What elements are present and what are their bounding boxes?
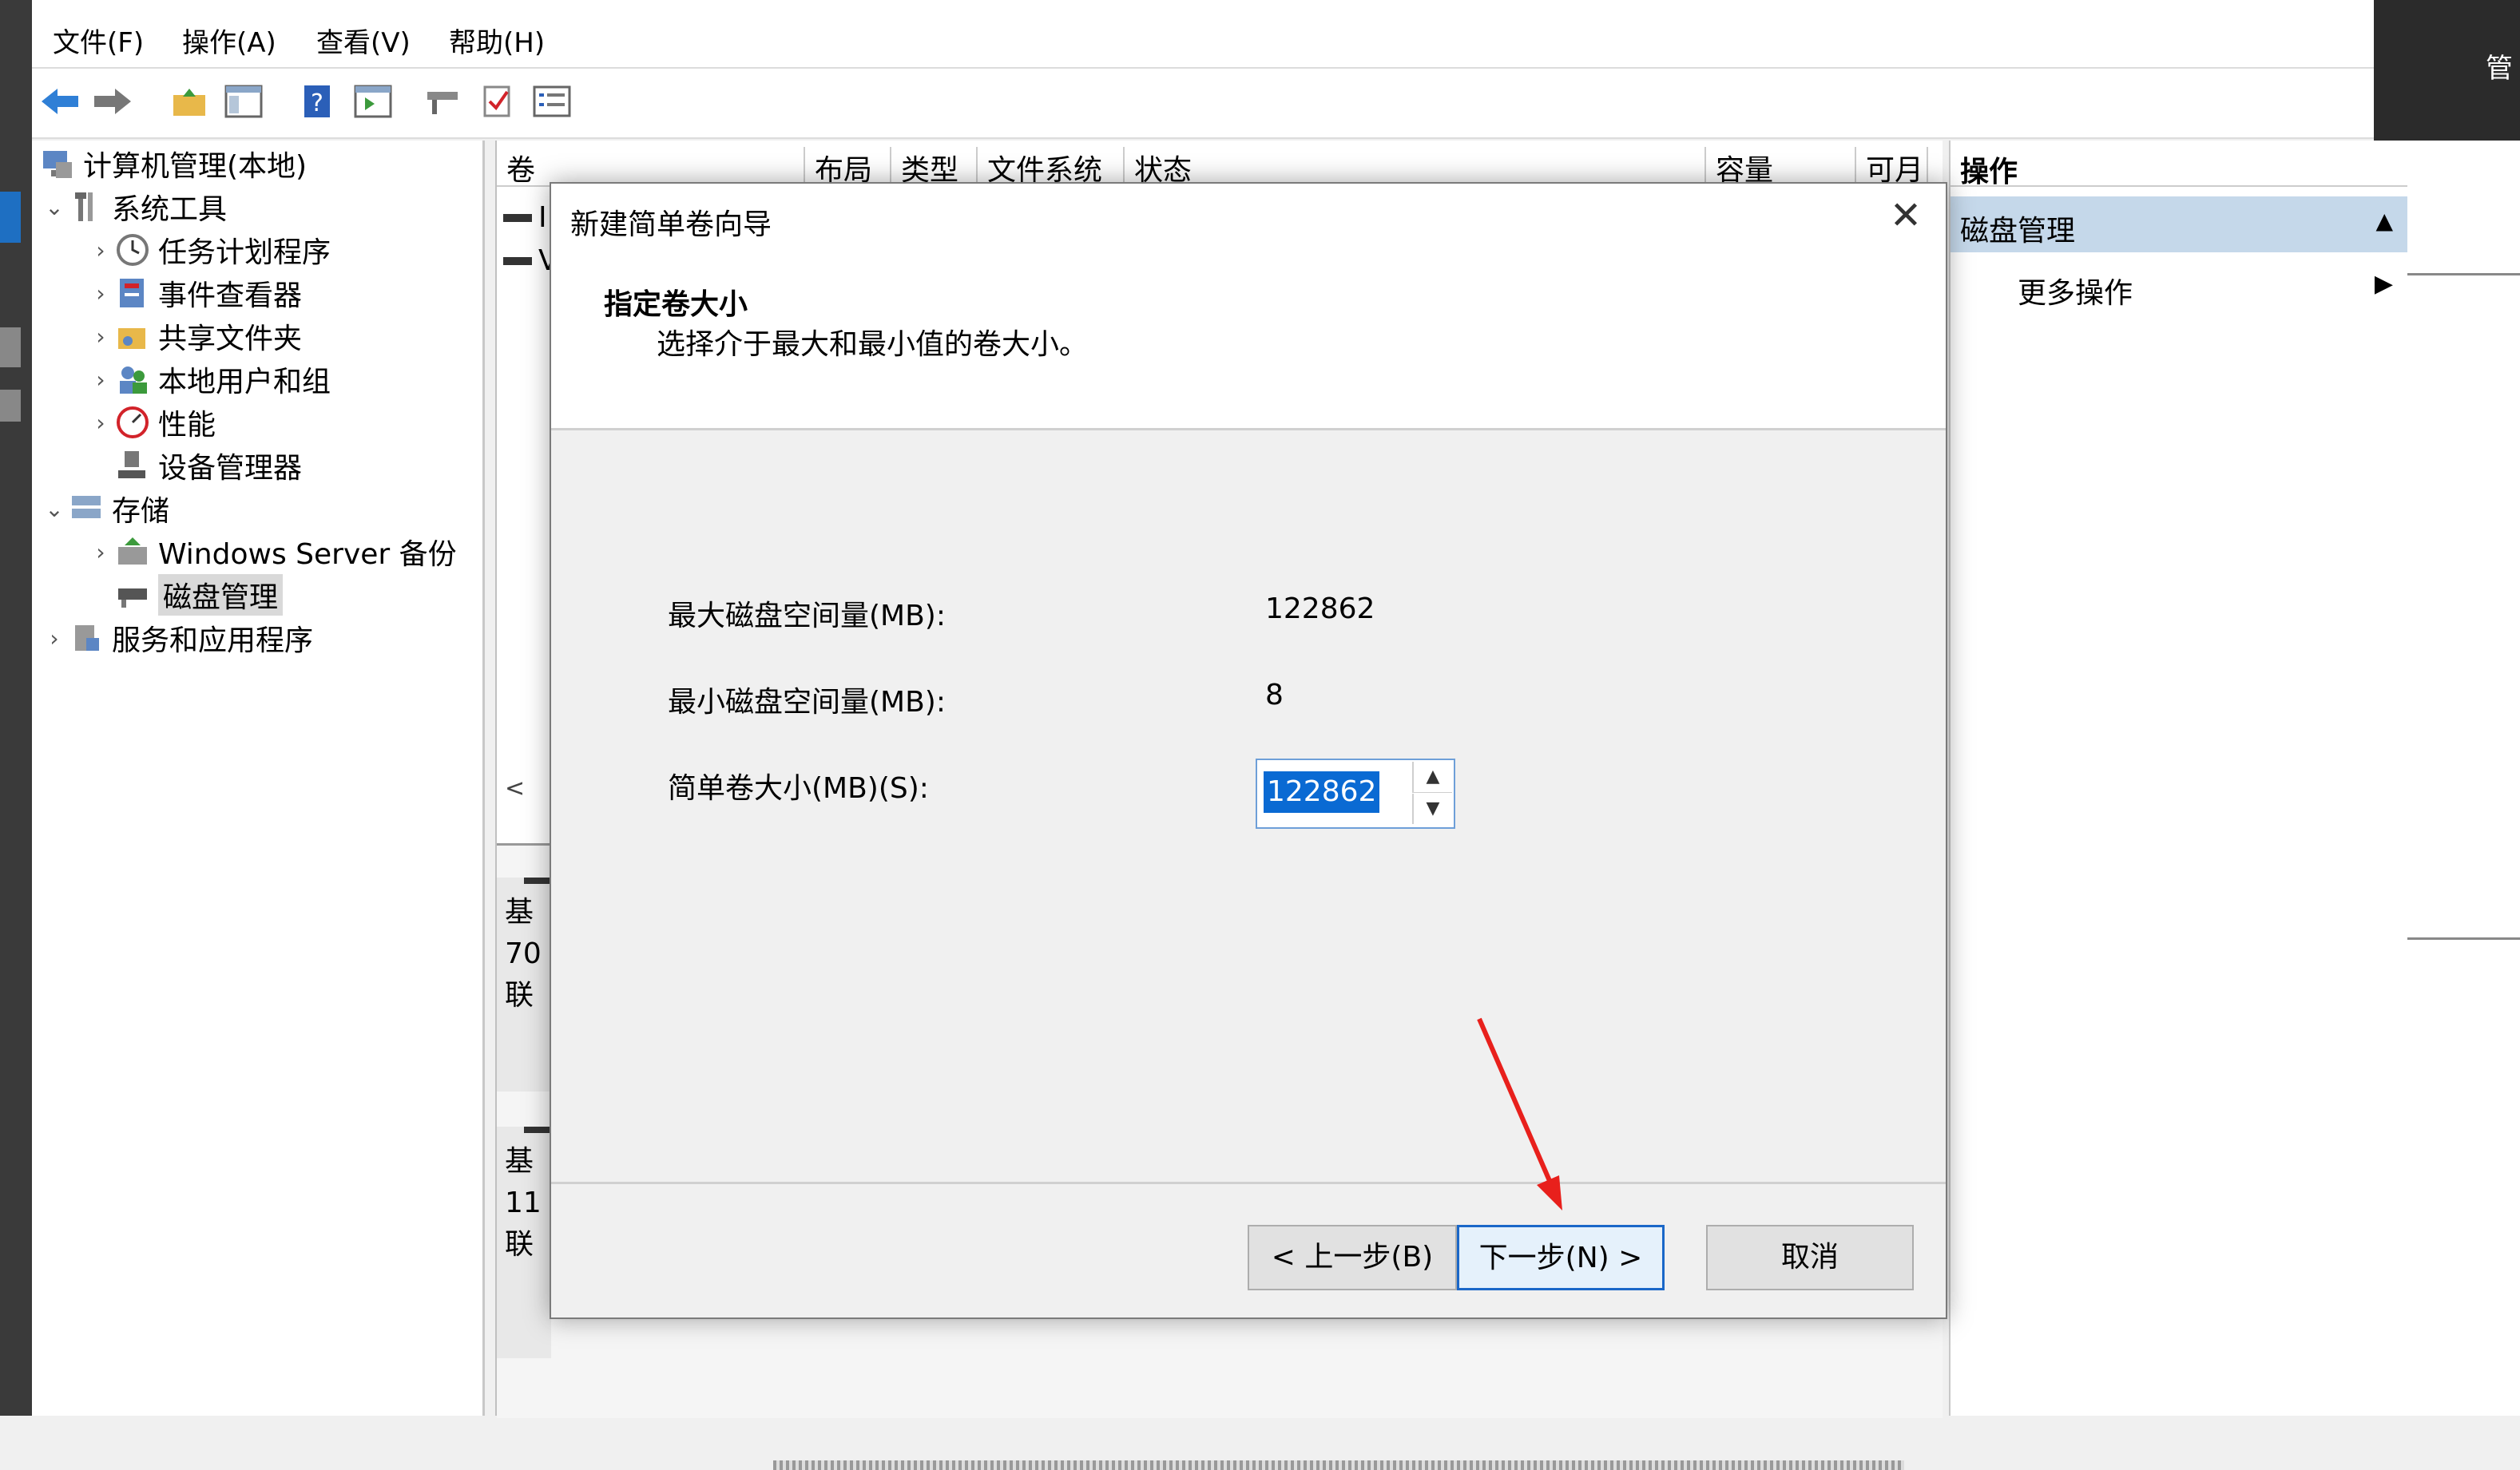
wizard-step-heading: 指定卷大小 xyxy=(604,288,748,321)
chevron-right-icon[interactable]: › xyxy=(86,280,115,307)
tools-icon xyxy=(69,189,104,224)
chevron-right-icon[interactable]: › xyxy=(86,539,115,565)
toolbar: ? xyxy=(32,69,2374,139)
volume-size-stepper[interactable]: 122862 ▲ ▼ xyxy=(1256,759,1455,829)
volume-size-input[interactable]: 122862 xyxy=(1264,771,1380,813)
svg-text:?: ? xyxy=(311,89,323,117)
column-free[interactable]: 可月 xyxy=(1856,147,1928,187)
column-filesystem[interactable]: 文件系统 xyxy=(978,147,1125,187)
back-button[interactable]: < 上一步(B) xyxy=(1248,1225,1457,1290)
chevron-down-icon[interactable]: ⌄ xyxy=(40,194,69,220)
wizard-step-description: 选择介于最大和最小值的卷大小。 xyxy=(657,328,1089,361)
clock-icon xyxy=(115,232,150,267)
action-pane-icon[interactable] xyxy=(351,80,395,123)
help-icon[interactable]: ? xyxy=(296,80,339,123)
list-header: 卷 布局 类型 文件系统 状态 容量 可月 xyxy=(497,141,1943,187)
close-icon[interactable]: ✕ xyxy=(1887,196,1925,235)
column-layout[interactable]: 布局 xyxy=(805,147,891,187)
disk-tile[interactable]: 基 11 联 xyxy=(497,1127,551,1358)
chevron-right-icon[interactable]: › xyxy=(86,323,115,350)
column-volume[interactable]: 卷 xyxy=(497,147,805,187)
cancel-button[interactable]: 取消 xyxy=(1706,1225,1914,1290)
tree-item-performance[interactable]: › 性能 xyxy=(86,402,216,442)
menu-action[interactable]: 操作(A) xyxy=(182,21,276,60)
wizard-header: 新建简单卷向导 ✕ 指定卷大小 选择介于最大和最小值的卷大小。 xyxy=(551,184,1946,430)
actions-header: 操作 xyxy=(1951,141,2407,188)
actions-more[interactable]: 更多操作 ▶ xyxy=(1951,262,2407,310)
chevron-down-icon[interactable]: ⌄ xyxy=(40,496,69,522)
chevron-right-icon[interactable]: › xyxy=(86,237,115,263)
min-size-value: 8 xyxy=(1265,679,1284,711)
tree-item-services-applications[interactable]: › 服务和应用程序 xyxy=(40,618,313,658)
chevron-right-icon: ▶ xyxy=(2374,270,2393,298)
actions-pane: 操作 磁盘管理 ▲ 更多操作 ▶ xyxy=(1949,141,2407,1416)
backup-icon xyxy=(115,534,150,569)
column-type[interactable]: 类型 xyxy=(891,147,978,187)
performance-icon xyxy=(115,405,150,440)
chevron-right-icon[interactable]: › xyxy=(86,367,115,393)
tree-item-windows-server-backup[interactable]: › Windows Server 备份 xyxy=(86,532,457,572)
shared-folder-icon xyxy=(115,319,150,354)
tree-item-task-scheduler[interactable]: › 任务计划程序 xyxy=(86,230,331,270)
tree-item-disk-management[interactable]: 磁盘管理 xyxy=(115,574,284,616)
volume-icon xyxy=(503,213,532,222)
desktop-left-edge xyxy=(0,0,32,1416)
volume-size-label: 简单卷大小(MB)(S): xyxy=(668,772,929,805)
check-icon[interactable] xyxy=(476,80,519,123)
forward-icon[interactable] xyxy=(91,80,134,123)
disk-tile[interactable]: 基 70 联 xyxy=(497,878,551,1092)
horizontal-scrollbar[interactable] xyxy=(773,1460,1904,1470)
tree-item-shared-folders[interactable]: › 共享文件夹 xyxy=(86,316,302,356)
column-status[interactable]: 状态 xyxy=(1125,147,1706,187)
connect-icon[interactable] xyxy=(422,80,465,123)
storage-icon xyxy=(69,491,104,526)
scroll-left-button[interactable]: < xyxy=(505,775,525,802)
tree-item-device-manager[interactable]: 设备管理器 xyxy=(115,446,302,485)
max-size-label: 最大磁盘空间量(MB): xyxy=(668,600,946,632)
chevron-right-icon[interactable]: › xyxy=(86,410,115,436)
taskbar-app-chip xyxy=(0,390,21,422)
table-row[interactable]: I xyxy=(503,201,547,234)
spin-down-icon[interactable]: ▼ xyxy=(1412,794,1452,824)
back-icon[interactable] xyxy=(38,80,81,123)
divider xyxy=(551,1182,1946,1184)
collapse-up-icon[interactable]: ▲ xyxy=(2375,208,2393,234)
max-size-value: 122862 xyxy=(1265,592,1375,625)
event-log-icon xyxy=(115,275,150,311)
disk-icon xyxy=(115,577,150,612)
column-capacity[interactable]: 容量 xyxy=(1706,147,1856,187)
volume-icon xyxy=(503,256,532,265)
tree-item-local-users[interactable]: › 本地用户和组 xyxy=(86,359,331,399)
menu-help[interactable]: 帮助(H) xyxy=(449,21,545,60)
tree-item-storage[interactable]: ⌄ 存储 xyxy=(40,489,169,529)
computer-icon xyxy=(40,146,75,181)
taskbar-app-chip xyxy=(0,192,21,243)
disk-icon xyxy=(524,1127,551,1133)
new-simple-volume-wizard: 新建简单卷向导 ✕ 指定卷大小 选择介于最大和最小值的卷大小。 最大磁盘空间量(… xyxy=(550,182,1947,1319)
up-folder-icon[interactable] xyxy=(168,80,211,123)
dialog-title: 新建简单卷向导 xyxy=(570,208,772,241)
show-hide-tree-icon[interactable] xyxy=(222,80,265,123)
spin-up-icon[interactable]: ▲ xyxy=(1412,762,1452,793)
menu-view[interactable]: 查看(V) xyxy=(316,21,411,60)
background-window-titlebar: 管 xyxy=(2374,0,2520,141)
actions-disk-management[interactable]: 磁盘管理 ▲ xyxy=(1951,196,2407,252)
tree-item-computer-management[interactable]: 计算机管理(本地) xyxy=(40,144,307,184)
services-icon xyxy=(69,620,104,656)
taskbar-app-chip xyxy=(0,327,21,367)
chevron-right-icon[interactable]: › xyxy=(40,625,69,652)
disk-icon xyxy=(524,878,551,884)
menu-file[interactable]: 文件(F) xyxy=(53,21,144,60)
properties-icon[interactable] xyxy=(530,80,573,123)
navigation-tree: 计算机管理(本地) ⌄ 系统工具 › 任务计划程序 › 事件查看器 › 共享文件… xyxy=(32,141,485,1416)
background-window-title: 管 xyxy=(2486,53,2513,85)
min-size-label: 最小磁盘空间量(MB): xyxy=(668,686,946,719)
next-button[interactable]: 下一步(N) > xyxy=(1457,1225,1665,1290)
users-icon xyxy=(115,362,150,397)
device-manager-icon xyxy=(115,448,150,483)
menu-bar: 文件(F) 操作(A) 查看(V) 帮助(H) xyxy=(32,0,2374,69)
tree-item-system-tools[interactable]: ⌄ 系统工具 xyxy=(40,187,227,227)
tree-item-event-viewer[interactable]: › 事件查看器 xyxy=(86,273,302,313)
